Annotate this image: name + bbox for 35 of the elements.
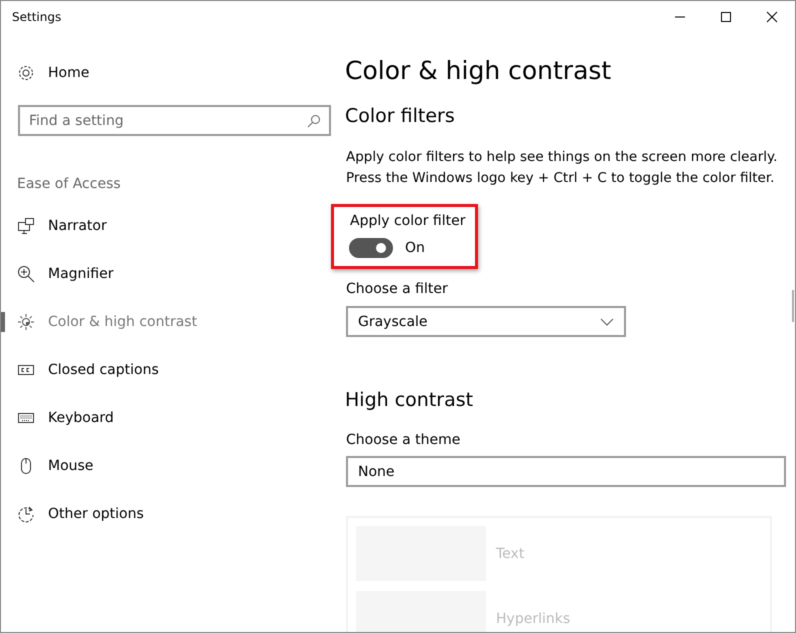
home-link[interactable]: Home (1, 49, 331, 97)
window-title: Settings (12, 10, 62, 24)
maximize-icon[interactable] (720, 10, 732, 22)
nav-item[interactable]: Color & high contrast (1, 298, 331, 346)
gear-icon (17, 64, 35, 82)
toggle-switch[interactable] (349, 238, 393, 258)
search-icon (307, 114, 321, 128)
filter-label: Choose a filter (346, 281, 449, 297)
theme-label: Choose a theme (346, 432, 462, 448)
nav-item[interactable]: Closed captions (1, 346, 331, 394)
preview-text: Hyperlinks (496, 610, 570, 626)
nav-item[interactable]: Narrator (1, 202, 331, 250)
description-text: Press the Windows logo key + Ctrl + C to toggle the color filter. (346, 169, 776, 188)
monitor-icon (17, 217, 35, 235)
search-field[interactable]: Find a setting (18, 105, 331, 136)
section-heading: High contrast (345, 389, 474, 411)
section-label: Ease of Access (17, 176, 122, 192)
close-icon[interactable] (766, 10, 778, 22)
clock-icon (17, 505, 35, 523)
nav-item[interactable]: Mouse (1, 442, 331, 490)
toggle-label: Apply color filter (350, 213, 466, 229)
nav-item[interactable]: Magnifier (1, 250, 331, 298)
magnifier-icon (17, 265, 35, 283)
theme-dropdown[interactable]: None (346, 456, 786, 487)
nav-item[interactable]: Keyboard (1, 394, 331, 442)
preview-text: Text (496, 546, 524, 562)
toggle-state: On (405, 240, 425, 256)
section-heading: Color filters (345, 105, 456, 127)
filter-dropdown[interactable]: Grayscale (346, 306, 626, 337)
description-text: Apply color filters to help see things on the screen more clearly. (346, 148, 778, 167)
sun-icon (17, 313, 35, 331)
nav-item[interactable]: Other options (1, 490, 331, 538)
scrollbar[interactable] (792, 290, 794, 322)
chevron-down-icon (600, 318, 614, 326)
page-title: Color & high contrast (345, 56, 612, 85)
